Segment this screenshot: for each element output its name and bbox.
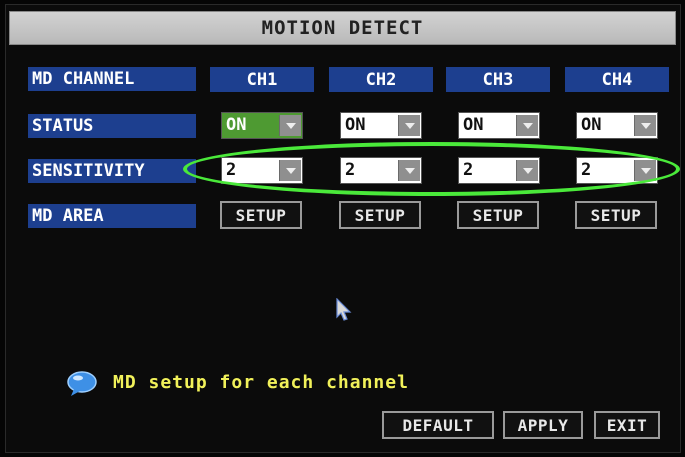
channel-header-ch1: CH1 — [210, 67, 314, 92]
channel-header-ch4: CH4 — [565, 67, 669, 92]
sensitivity-highlight-ellipse — [183, 142, 680, 196]
default-button[interactable]: DEFAULT — [382, 411, 494, 439]
chevron-down-icon[interactable] — [516, 115, 538, 136]
status-select-ch2[interactable]: ON — [340, 112, 422, 139]
chevron-down-icon[interactable] — [279, 115, 301, 136]
channel-header-ch3: CH3 — [446, 67, 550, 92]
mouse-pointer-icon — [336, 298, 352, 321]
md-area-label: MD AREA — [28, 204, 196, 228]
status-label: STATUS — [28, 114, 196, 138]
status-value-ch2: ON — [345, 115, 366, 135]
md-area-setup-button-ch1[interactable]: SETUP — [220, 201, 302, 229]
exit-button[interactable]: EXIT — [594, 411, 660, 439]
status-select-ch3[interactable]: ON — [458, 112, 540, 139]
info-bubble-icon — [67, 371, 97, 396]
status-select-ch4[interactable]: ON — [576, 112, 658, 139]
status-value-ch3: ON — [463, 115, 484, 135]
status-select-ch1[interactable]: ON — [221, 112, 303, 139]
md-area-setup-button-ch2[interactable]: SETUP — [339, 201, 421, 229]
md-channel-label: MD CHANNEL — [28, 67, 196, 91]
sensitivity-label: SENSITIVITY — [28, 159, 196, 183]
window-title: MOTION DETECT — [9, 11, 676, 45]
status-value-ch4: ON — [581, 115, 602, 135]
channel-header-ch2: CH2 — [329, 67, 433, 92]
hint-text: MD setup for each channel — [113, 372, 409, 393]
chevron-down-icon[interactable] — [634, 115, 656, 136]
apply-button[interactable]: APPLY — [503, 411, 583, 439]
md-area-setup-button-ch4[interactable]: SETUP — [575, 201, 657, 229]
status-value-ch1: ON — [226, 115, 247, 135]
chevron-down-icon[interactable] — [398, 115, 420, 136]
md-area-setup-button-ch3[interactable]: SETUP — [457, 201, 539, 229]
